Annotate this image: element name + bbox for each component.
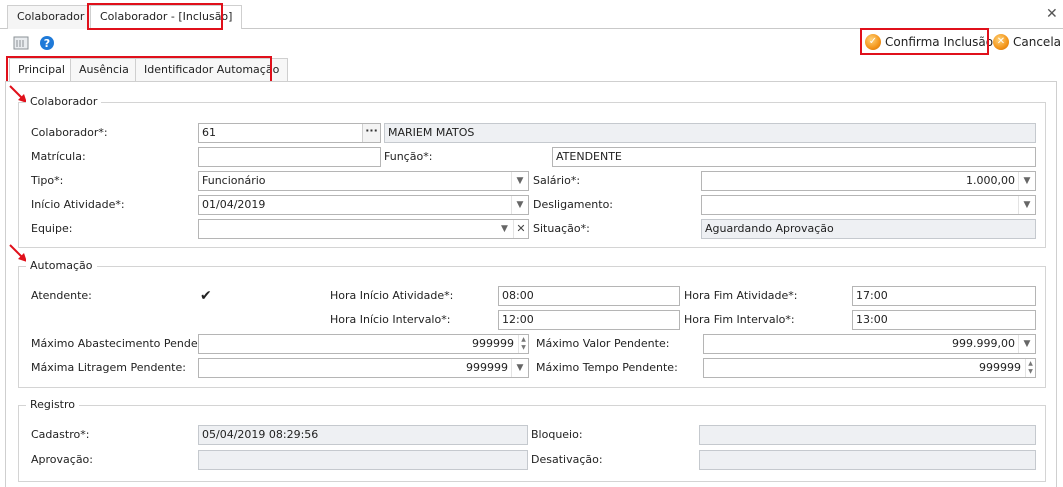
tab-colaborador-list[interactable]: Colaborador bbox=[7, 5, 95, 29]
cancel-button[interactable]: ✕ Cancela bbox=[993, 31, 1061, 53]
hora-fim-atividade-label: Hora Fim Atividade*: bbox=[684, 289, 798, 302]
group-top-line bbox=[18, 266, 1046, 267]
checkmark-icon: ✔ bbox=[200, 288, 212, 304]
chevron-down-icon[interactable]: ▼ bbox=[1018, 196, 1035, 214]
salario-label: Salário*: bbox=[533, 174, 581, 187]
aprovacao-field bbox=[198, 450, 528, 470]
chevron-down-icon[interactable]: ▼ bbox=[511, 359, 528, 377]
spin-arrows-icon[interactable]: ▲ ▼ bbox=[1025, 359, 1035, 377]
group-top-line bbox=[18, 405, 1046, 406]
cadastro-field: 05/04/2019 08:29:56 bbox=[198, 425, 528, 445]
field-value: 999999 bbox=[466, 361, 508, 374]
colaborador-code-field[interactable]: 61 ··· bbox=[198, 123, 381, 143]
tipo-label: Tipo*: bbox=[31, 174, 64, 187]
tab-label: Principal bbox=[18, 63, 65, 76]
salario-field[interactable]: 1.000,00 ▼ bbox=[701, 171, 1036, 191]
atendente-label: Atendente: bbox=[31, 289, 92, 302]
hora-inicio-intervalo-field[interactable]: 12:00 bbox=[498, 310, 680, 330]
cancel-circle-icon: ✕ bbox=[993, 34, 1009, 50]
matricula-label: Matrícula: bbox=[31, 150, 86, 163]
chevron-down-icon[interactable]: ▼ bbox=[511, 172, 528, 190]
tab-principal[interactable]: Principal bbox=[9, 58, 74, 82]
inicio-atividade-label: Início Atividade*: bbox=[31, 198, 125, 211]
help-icon[interactable]: ? bbox=[39, 35, 55, 51]
field-value: 999.999,00 bbox=[952, 337, 1015, 350]
max-tempo-label: Máximo Tempo Pendente: bbox=[536, 361, 678, 374]
max-litragem-field[interactable]: 999999 ▼ bbox=[198, 358, 529, 378]
desativacao-field bbox=[699, 450, 1036, 470]
confirm-inclusion-button[interactable]: ✓ Confirma Inclusão bbox=[865, 31, 993, 53]
hora-fim-intervalo-label: Hora Fim Intervalo*: bbox=[684, 313, 795, 326]
report-icon[interactable] bbox=[13, 35, 29, 51]
tab-ausencia[interactable]: Ausência bbox=[70, 58, 138, 82]
cancel-label: Cancela bbox=[1013, 35, 1062, 49]
confirm-label: Confirma Inclusão bbox=[885, 35, 994, 49]
aprovacao-label: Aprovação: bbox=[31, 453, 93, 466]
group-title-automacao: Automação bbox=[26, 259, 97, 272]
hora-inicio-atividade-label: Hora Início Atividade*: bbox=[330, 289, 454, 302]
hora-inicio-intervalo-label: Hora Início Intervalo*: bbox=[330, 313, 451, 326]
tab-colaborador-inclusao[interactable]: Colaborador - [Inclusão] bbox=[90, 5, 243, 29]
chevron-down-icon[interactable]: ▼ bbox=[1018, 335, 1035, 353]
desativacao-label: Desativação: bbox=[531, 453, 603, 466]
equipe-select[interactable]: ▼ ✕ bbox=[198, 219, 529, 239]
funcao-field[interactable]: ATENDENTE bbox=[552, 147, 1036, 167]
tipo-select[interactable]: Funcionário ▼ bbox=[198, 171, 529, 191]
cadastro-label: Cadastro*: bbox=[31, 428, 90, 441]
atendente-checkbox[interactable]: ✔ bbox=[200, 289, 212, 303]
svg-text:?: ? bbox=[44, 37, 50, 50]
inicio-atividade-date[interactable]: 01/04/2019 ▼ bbox=[198, 195, 529, 215]
tab-label: Colaborador - [Inclusão] bbox=[100, 10, 233, 23]
field-value: 61 bbox=[202, 126, 216, 139]
field-value: 01/04/2019 bbox=[202, 198, 266, 211]
max-abastecimento-label: Máximo Abastecimento Pendente: bbox=[31, 337, 220, 350]
check-circle-icon: ✓ bbox=[865, 34, 881, 50]
close-icon[interactable]: ✕ bbox=[1046, 6, 1058, 22]
chevron-down-icon[interactable]: ▼ bbox=[496, 220, 513, 238]
max-valor-label: Máximo Valor Pendente: bbox=[536, 337, 670, 350]
field-value: 1.000,00 bbox=[966, 174, 1015, 187]
tab-label: Colaborador bbox=[17, 10, 85, 23]
tab-label: Identificador Automação bbox=[144, 63, 280, 76]
max-valor-field[interactable]: 999.999,00 ▼ bbox=[703, 334, 1036, 354]
field-value: 999999 bbox=[979, 361, 1021, 374]
field-value: 999999 bbox=[472, 337, 514, 350]
group-title-colaborador: Colaborador bbox=[26, 95, 102, 108]
spin-arrows-icon[interactable]: ▲ ▼ bbox=[518, 335, 528, 353]
funcao-label: Função*: bbox=[384, 150, 433, 163]
group-top-line bbox=[18, 102, 1046, 103]
field-value: Funcionário bbox=[202, 174, 266, 187]
chevron-down-icon[interactable]: ▼ bbox=[1018, 172, 1035, 190]
clear-icon[interactable]: ✕ bbox=[513, 220, 528, 238]
max-tempo-stepper[interactable]: 999999 ▲ ▼ bbox=[703, 358, 1036, 378]
situacao-label: Situação*: bbox=[533, 222, 590, 235]
max-litragem-label: Máxima Litragem Pendente: bbox=[31, 361, 186, 374]
bloqueio-label: Bloqueio: bbox=[531, 428, 583, 441]
ellipsis-button[interactable]: ··· bbox=[362, 124, 380, 142]
tab-identificador-automacao[interactable]: Identificador Automação bbox=[135, 58, 289, 82]
bloqueio-field bbox=[699, 425, 1036, 445]
tab-label: Ausência bbox=[79, 63, 129, 76]
situacao-field: Aguardando Aprovação bbox=[701, 219, 1036, 239]
equipe-label: Equipe: bbox=[31, 222, 73, 235]
desligamento-label: Desligamento: bbox=[533, 198, 614, 211]
desligamento-date[interactable]: ▼ bbox=[701, 195, 1036, 215]
hora-inicio-atividade-field[interactable]: 08:00 bbox=[498, 286, 680, 306]
hora-fim-intervalo-field[interactable]: 13:00 bbox=[852, 310, 1036, 330]
chevron-down-icon[interactable]: ▼ bbox=[511, 196, 528, 214]
max-abastecimento-stepper[interactable]: 999999 ▲ ▼ bbox=[198, 334, 529, 354]
group-title-registro: Registro bbox=[26, 398, 80, 411]
colaborador-label: Colaborador*: bbox=[31, 126, 108, 139]
matricula-field[interactable] bbox=[198, 147, 381, 167]
hora-fim-atividade-field[interactable]: 17:00 bbox=[852, 286, 1036, 306]
colaborador-name-field: MARIEM MATOS bbox=[384, 123, 1036, 143]
